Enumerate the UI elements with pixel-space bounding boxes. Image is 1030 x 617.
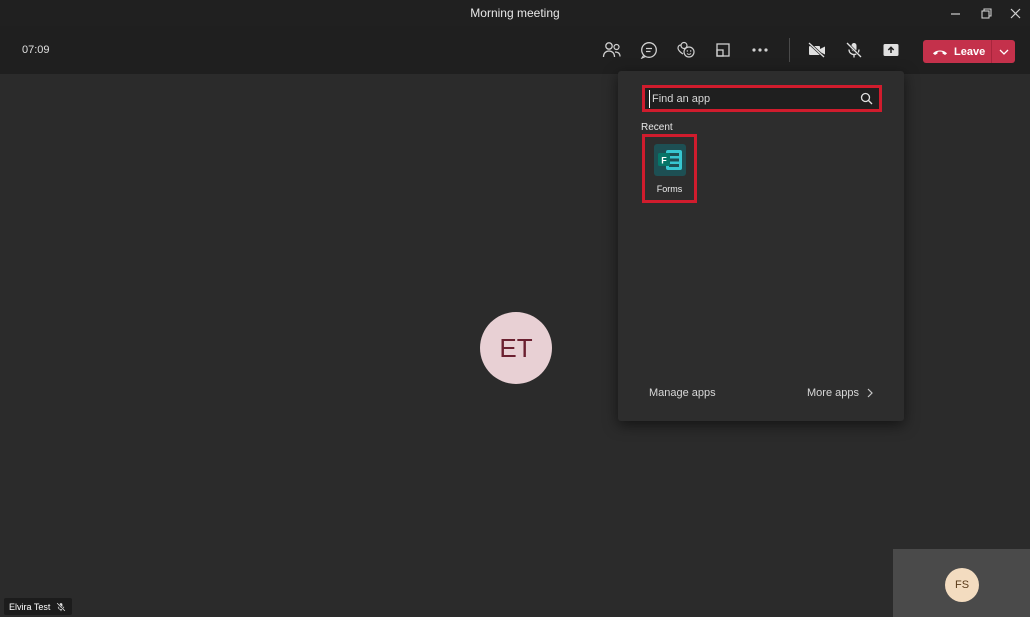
title-bar: Morning meeting	[0, 0, 1030, 26]
search-icon[interactable]	[860, 92, 873, 105]
more-apps-label: More apps	[807, 387, 859, 399]
close-icon	[1010, 8, 1020, 18]
meeting-toolbar: 07:09 Leave	[0, 26, 1030, 74]
more-icon	[752, 48, 768, 52]
rooms-button[interactable]	[711, 38, 735, 62]
toolbar-divider	[789, 38, 790, 62]
minimize-button[interactable]	[938, 0, 972, 26]
chat-icon	[640, 42, 657, 59]
app-search-input[interactable]	[649, 90, 849, 108]
close-button[interactable]	[998, 0, 1030, 26]
restore-icon	[980, 7, 992, 19]
mic-toggle-button[interactable]	[842, 38, 866, 62]
minimize-icon	[950, 12, 960, 15]
participant-name: Elvira Test	[9, 601, 51, 612]
manage-apps-link[interactable]: Manage apps	[649, 387, 716, 399]
recent-heading: Recent	[641, 122, 673, 133]
share-button[interactable]	[879, 38, 903, 62]
reactions-icon	[677, 41, 695, 58]
participant-avatar: ET	[480, 312, 552, 384]
leave-options-button[interactable]	[992, 40, 1015, 63]
svg-text:F: F	[661, 156, 667, 166]
app-tile-label: Forms	[656, 184, 683, 194]
camera-toggle-button[interactable]	[805, 38, 829, 62]
rooms-icon	[716, 43, 730, 57]
chevron-down-icon	[999, 49, 1008, 55]
more-actions-button[interactable]	[748, 38, 772, 62]
camera-off-icon	[808, 42, 825, 58]
mic-off-icon	[56, 602, 66, 611]
participant-name-tag: Elvira Test	[4, 598, 73, 615]
app-tile-forms[interactable]: F Forms	[642, 134, 697, 203]
more-apps-link[interactable]: More apps	[807, 387, 873, 399]
people-icon	[602, 42, 621, 58]
self-view[interactable]: FS	[893, 549, 1030, 617]
leave-button-group: Leave	[923, 40, 1015, 63]
leave-button[interactable]: Leave	[923, 40, 991, 63]
leave-label: Leave	[954, 45, 986, 58]
mic-off-icon	[846, 42, 862, 58]
participants-button[interactable]	[600, 38, 624, 62]
self-avatar: FS	[945, 568, 979, 602]
chevron-right-icon	[867, 388, 873, 398]
reactions-button[interactable]	[674, 38, 698, 62]
hang-up-icon	[933, 50, 947, 55]
app-search-box	[642, 85, 882, 112]
chat-button[interactable]	[637, 38, 661, 62]
apps-flyout: Recent F Forms Manage apps More apps	[618, 71, 904, 421]
meeting-timer: 07:09	[22, 44, 50, 56]
forms-icon: F	[654, 144, 686, 176]
share-icon	[883, 44, 899, 56]
window-title: Morning meeting	[470, 6, 560, 20]
